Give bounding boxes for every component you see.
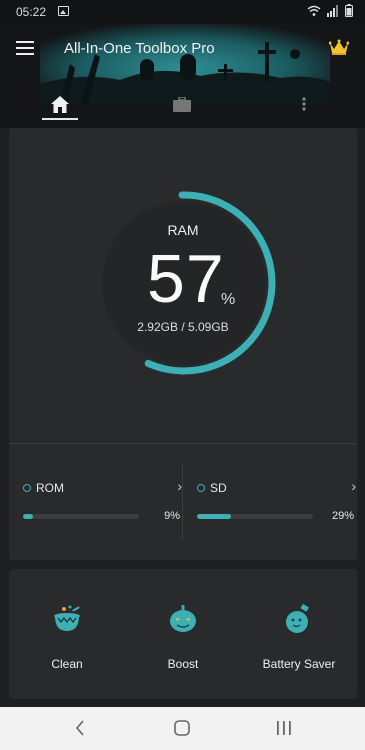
menu-button[interactable]	[16, 41, 34, 55]
home-nav-icon	[174, 720, 190, 736]
clean-tool[interactable]: Clean	[9, 599, 125, 671]
battery-saver-label: Battery Saver	[262, 657, 336, 671]
system-icons	[307, 4, 353, 17]
rom-label: ROM	[36, 481, 64, 495]
sd-progress-fill	[197, 514, 231, 519]
app-bar: All-In-One Toolbox Pro	[0, 24, 365, 128]
home-button[interactable]	[170, 718, 194, 738]
crown-icon[interactable]	[329, 38, 349, 56]
ram-usage: 2.92GB / 5.09GB	[137, 320, 229, 334]
ram-label: RAM	[167, 222, 199, 238]
clock: 05:22	[16, 5, 47, 19]
divider	[9, 443, 357, 444]
chevron-right-icon[interactable]: ›	[351, 478, 356, 494]
signal-icon	[327, 4, 338, 17]
battery-saver-tool[interactable]: Battery Saver	[241, 599, 357, 671]
back-button[interactable]	[68, 718, 92, 738]
system-nav-bar	[0, 707, 365, 750]
clean-label: Clean	[51, 657, 83, 671]
divider-vertical	[182, 462, 183, 540]
tools-card: Clean Boost Battery Saver	[9, 569, 357, 699]
app-title: All-In-One Toolbox Pro	[64, 40, 215, 57]
rom-dot-icon	[23, 484, 31, 492]
back-icon	[75, 720, 84, 736]
recents-button[interactable]	[272, 718, 296, 738]
gallery-notification-icon	[58, 6, 69, 16]
tab-bar	[0, 84, 365, 128]
ram-percent-unit: %	[221, 291, 236, 308]
pumpkin-icon	[170, 605, 196, 632]
rom-percent: 9%	[164, 510, 180, 522]
ram-card[interactable]: RAM 57 % 2.92GB / 5.09GB ROM › 9% SD › 2…	[9, 128, 357, 560]
status-bar: 05:22	[0, 0, 365, 24]
sd-storage[interactable]: SD › 29%	[192, 478, 356, 530]
potion-icon	[286, 604, 309, 633]
battery-icon	[345, 4, 353, 17]
briefcase-icon	[173, 96, 191, 112]
tab-tools[interactable]	[158, 84, 206, 124]
sd-dot-icon	[197, 484, 205, 492]
cauldron-icon	[54, 605, 80, 631]
ram-percent: 57	[147, 241, 225, 317]
more-vert-icon	[302, 97, 306, 111]
rom-progress-bar	[23, 514, 139, 519]
sd-percent: 29%	[331, 510, 354, 522]
sd-label: SD	[210, 481, 227, 495]
sd-progress-bar	[197, 514, 313, 519]
boost-tool[interactable]: Boost	[125, 599, 241, 671]
tab-more[interactable]	[280, 84, 328, 124]
rom-progress-fill	[23, 514, 34, 519]
tab-home[interactable]	[36, 84, 84, 124]
boost-label: Boost	[167, 657, 199, 671]
rom-storage[interactable]: ROM › 9%	[18, 478, 182, 530]
chevron-right-icon[interactable]: ›	[177, 478, 182, 494]
wifi-icon	[307, 5, 321, 16]
home-icon	[51, 95, 69, 113]
recents-icon	[277, 721, 291, 735]
